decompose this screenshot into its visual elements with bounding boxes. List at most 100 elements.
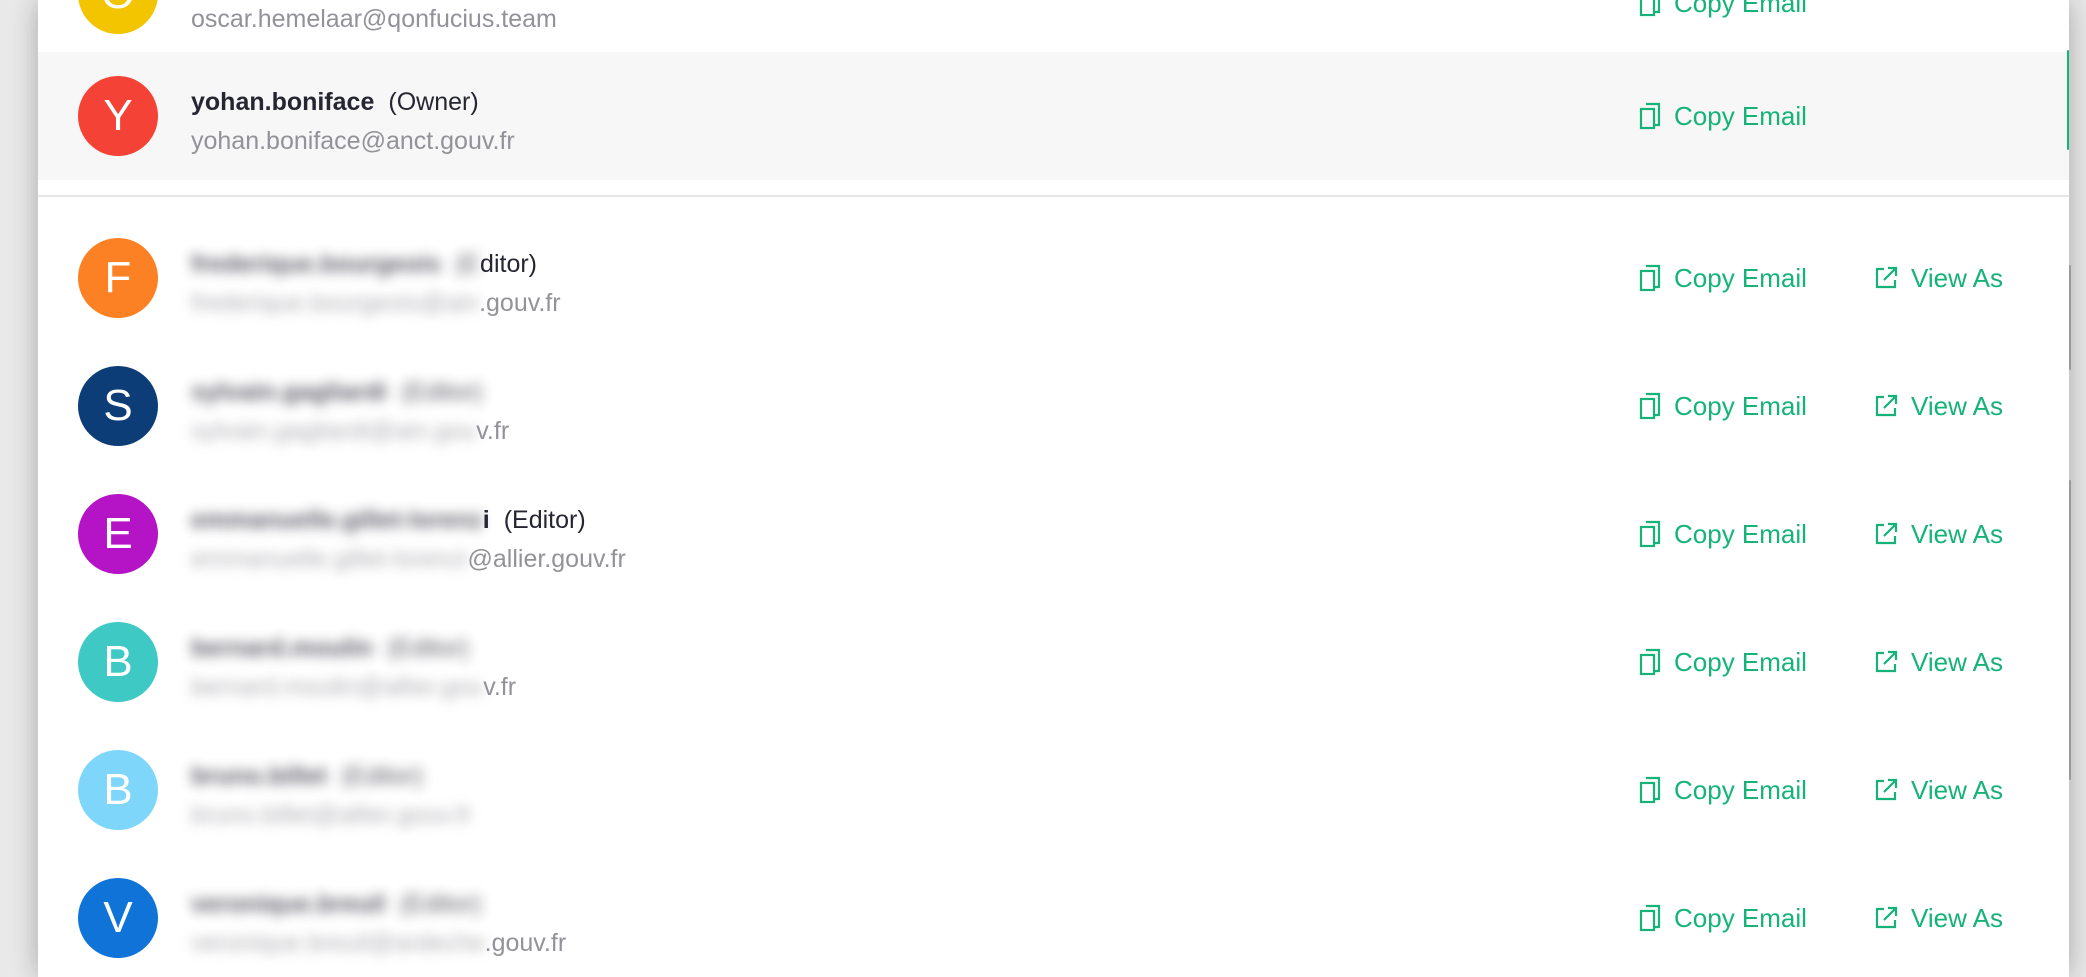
copy-icon [1639, 0, 1661, 17]
member-email: emmanuelle.gillet-lorenzi@allier.gouv.fr [191, 545, 626, 573]
copy-email-label: Copy Email [1674, 774, 1807, 805]
copy-icon [1639, 264, 1661, 292]
member-email-redacted: sylvain.gagliardi@ain.gou [191, 417, 477, 445]
member-email-redacted: emmanuelle.gillet-lorenzi [191, 545, 468, 573]
member-email-redacted: frederique.bourgeois@ain [191, 289, 480, 317]
member-email: bernard.moulin@allier.gouv.fr [191, 673, 516, 701]
member-email: sylvain.gagliardi@ain.gouv.fr [191, 417, 509, 445]
view-as-button[interactable]: View As [1873, 261, 2003, 295]
member-role: (Editor) [503, 506, 586, 534]
copy-email-label: Copy Email [1674, 0, 1807, 18]
member-role-redacted: (Editor) [386, 634, 469, 662]
member-email: veronique.breuil@ardeche.gouv.fr [191, 929, 566, 957]
copy-icon [1639, 102, 1661, 130]
view-as-button[interactable]: View As [1873, 389, 2003, 423]
members-panel: O oscar.hemelaar@qonfucius.team Copy Ema… [38, 0, 2069, 977]
member-row: E emmanuelle.gillet-lorenzi (Editor) emma… [38, 470, 2069, 598]
view-as-button[interactable]: View As [1873, 517, 2003, 551]
member-email-visible: .gouv.fr [484, 929, 567, 957]
member-email-visible: @allier.gouv.fr [467, 545, 626, 573]
external-link-icon [1875, 266, 1898, 289]
external-link-icon [1875, 650, 1898, 673]
copy-email-button[interactable]: Copy Email [1638, 517, 1807, 551]
copy-email-button[interactable]: Copy Email [1638, 261, 1807, 295]
member-name-redacted: bernard.moulin [191, 634, 373, 662]
view-as-label: View As [1911, 262, 2004, 293]
copy-email-label: Copy Email [1674, 262, 1807, 293]
background-edge [2067, 50, 2069, 150]
member-role: ditor) [480, 250, 538, 278]
member-role-redacted: (Editor) [341, 762, 424, 790]
member-row: B bernard.moulin (Editor) bernard.moulin@… [38, 598, 2069, 726]
member-name-line: frederique.bourgeois (Editor) [191, 250, 537, 278]
member-name-redacted: bruno.billet [191, 762, 328, 790]
copy-icon [1639, 776, 1661, 804]
member-email: yohan.boniface@anct.gouv.fr [191, 127, 515, 155]
copy-email-label: Copy Email [1674, 646, 1807, 677]
member-row: B bruno.billet (Editor) bruno.billet@alli… [38, 726, 2069, 854]
copy-email-label: Copy Email [1674, 518, 1807, 549]
copy-email-button[interactable]: Copy Email [1638, 389, 1807, 423]
member-row: V veronique.breuil (Editor) veronique.bre… [38, 854, 2069, 977]
copy-icon [1639, 392, 1661, 420]
external-link-icon [1875, 394, 1898, 417]
copy-email-button[interactable]: Copy Email [1638, 645, 1807, 679]
avatar: B [78, 750, 158, 830]
member-email: oscar.hemelaar@qonfucius.team [191, 5, 557, 33]
member-name-line: yohan.boniface (Owner) [191, 88, 479, 116]
avatar: S [78, 366, 158, 446]
copy-email-button[interactable]: Copy Email [1638, 773, 1807, 807]
view-as-label: View As [1911, 646, 2004, 677]
member-row: S sylvain.gagliardi (Editor) sylvain.gagl… [38, 342, 2069, 470]
member-email: frederique.bourgeois@ain.gouv.fr [191, 289, 561, 317]
copy-email-label: Copy Email [1674, 100, 1807, 131]
member-email-visible: v.fr [483, 673, 517, 701]
avatar: O [78, 0, 158, 34]
member-row: F frederique.bourgeois (Editor) frederiqu… [38, 214, 2069, 342]
avatar: F [78, 238, 158, 318]
member-role-redacted: (Editor) [399, 890, 482, 918]
view-as-label: View As [1911, 390, 2004, 421]
member-name-visible: i [482, 506, 490, 534]
copy-email-button[interactable]: Copy Email [1638, 0, 1807, 20]
member-row-owner: Y yohan.boniface (Owner) yohan.boniface@a… [38, 52, 2069, 180]
view-as-button[interactable]: View As [1873, 901, 2003, 935]
member-name-line: sylvain.gagliardi (Editor) [191, 378, 483, 406]
copy-email-label: Copy Email [1674, 902, 1807, 933]
copy-icon [1639, 904, 1661, 932]
member-role: (Owner) [388, 88, 479, 116]
copy-email-label: Copy Email [1674, 390, 1807, 421]
avatar: V [78, 878, 158, 958]
member-email-redacted: bernard.moulin@allier.gou [191, 673, 484, 701]
member-name: yohan.boniface [191, 88, 375, 116]
view-as-button[interactable]: View As [1873, 773, 2003, 807]
member-name-line: bernard.moulin (Editor) [191, 634, 469, 662]
avatar: Y [78, 76, 158, 156]
member-row: O oscar.hemelaar@qonfucius.team Copy Ema… [38, 0, 2069, 58]
view-as-label: View As [1911, 902, 2004, 933]
member-name-line: veronique.breuil (Editor) [191, 890, 481, 918]
member-email: bruno.billet@allier.gouv.fr [191, 801, 472, 829]
member-email-redacted: bruno.billet@allier.gouv.fr [191, 801, 472, 829]
member-name-line: bruno.billet (Editor) [191, 762, 423, 790]
member-name-redacted: veronique.breuil [191, 890, 386, 918]
copy-icon [1639, 648, 1661, 676]
member-role-redacted: (Editor) [400, 378, 483, 406]
member-name-redacted: frederique.bourgeois [191, 250, 442, 278]
member-name-redacted: emmanuelle.gillet-lorenz [191, 506, 483, 534]
view-as-button[interactable]: View As [1873, 645, 2003, 679]
member-name-redacted: sylvain.gagliardi [191, 378, 387, 406]
member-name-line: emmanuelle.gillet-lorenzi (Editor) [191, 506, 586, 534]
external-link-icon [1875, 778, 1898, 801]
copy-icon [1639, 520, 1661, 548]
avatar: E [78, 494, 158, 574]
member-role-redacted: (E [455, 250, 481, 278]
background-edge [2069, 480, 2071, 780]
avatar: B [78, 622, 158, 702]
external-link-icon [1875, 522, 1898, 545]
member-email-visible: v.fr [476, 417, 510, 445]
copy-email-button[interactable]: Copy Email [1638, 99, 1807, 133]
copy-email-button[interactable]: Copy Email [1638, 901, 1807, 935]
background-edge [2069, 265, 2071, 370]
section-divider [38, 195, 2069, 197]
